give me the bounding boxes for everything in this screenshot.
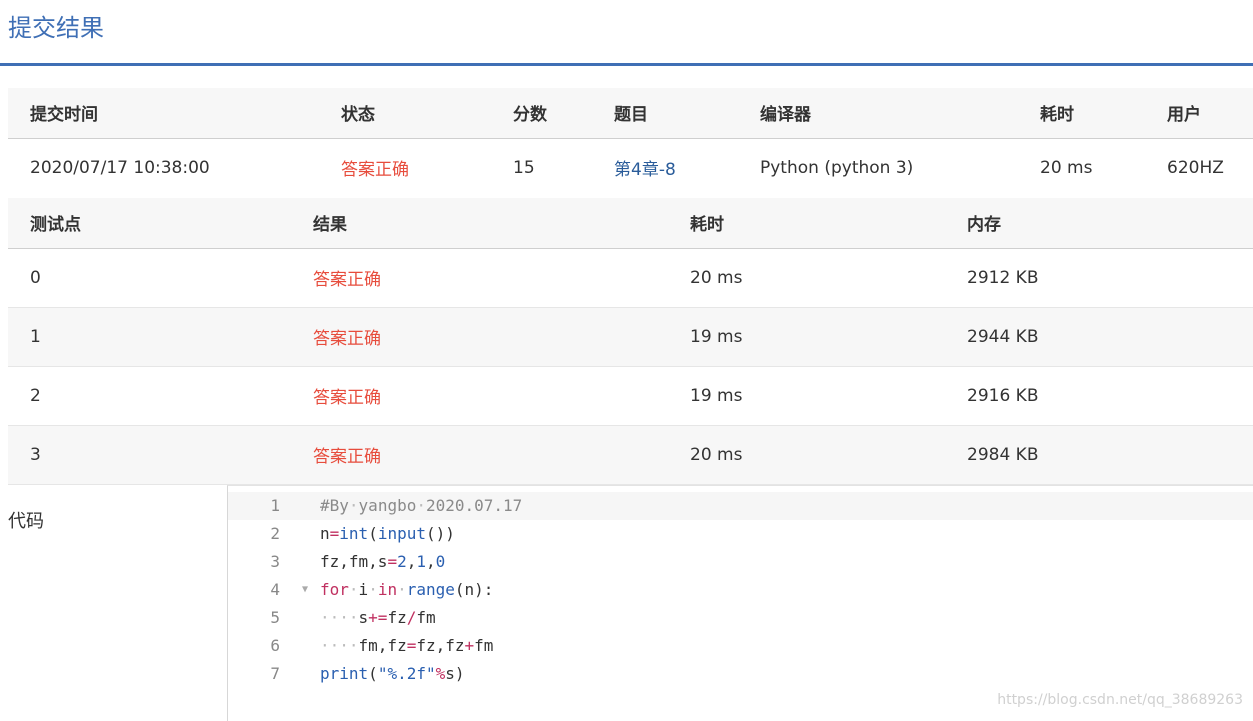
compiler-value: Python (python 3) [760,157,914,178]
summary-row: 2020/07/17 10:38:00 答案正确 15 第4章-8 Python… [8,138,1253,197]
header-compiler: 编译器 [760,105,811,126]
case-memory: 2916 KB [967,385,1039,406]
code-text: #By·yangbo·2020.07.17 [320,496,523,515]
code-text: fz,fm,s=2,1,0 [320,552,446,571]
test-cases-table: 测试点 结果 耗时 内存 0 答案正确 20 ms 2912 KB 1 答案正确… [8,198,1253,485]
line-number: 3 [270,552,280,571]
score-value: 15 [513,157,535,178]
table-row: 3 答案正确 20 ms 2984 KB [8,425,1253,484]
code-label: 代码 [8,511,44,532]
case-time: 20 ms [690,444,743,465]
case-result: 答案正确 [313,388,381,408]
header-memory: 内存 [967,215,1001,236]
code-line: 2 n=int(input()) [228,520,1253,548]
line-number: 1 [270,496,280,515]
line-number: 4 [270,580,280,599]
case-memory: 2984 KB [967,444,1039,465]
case-id: 2 [30,385,41,406]
code-editor[interactable]: 1 #By·yangbo·2020.07.17 2 n=int(input())… [227,485,1253,721]
page-title: 提交结果 [8,14,104,42]
code-text: ····s+=fz/fm [320,608,436,627]
header-test-point: 测试点 [30,215,81,236]
case-result: 答案正确 [313,270,381,290]
header-status: 状态 [341,105,375,126]
code-line: 5 ····s+=fz/fm [228,604,1253,632]
case-id: 3 [30,444,41,465]
code-text: ····fm,fz=fz,fz+fm [320,636,494,655]
header-case-time: 耗时 [690,215,724,236]
header-user: 用户 [1167,105,1201,126]
table-row: 1 答案正确 19 ms 2944 KB [8,307,1253,366]
table-row: 0 答案正确 20 ms 2912 KB [8,248,1253,307]
line-number: 6 [270,636,280,655]
line-number: 2 [270,524,280,543]
case-result: 答案正确 [313,329,381,349]
code-text: n=int(input()) [320,524,455,543]
header-problem: 题目 [614,105,648,126]
header-elapsed: 耗时 [1040,105,1074,126]
fold-arrow-icon[interactable]: ▼ [302,576,308,604]
case-result: 答案正确 [313,447,381,467]
case-memory: 2944 KB [967,326,1039,347]
code-line: 4 ▼ for·i·in·range(n): [228,576,1253,604]
submission-summary-table: 提交时间 状态 分数 题目 编译器 耗时 用户 2020/07/17 10:38… [8,88,1253,197]
code-line: 6 ····fm,fz=fz,fz+fm [228,632,1253,660]
summary-header-row: 提交时间 状态 分数 题目 编译器 耗时 用户 [8,88,1253,138]
code-line: 3 fz,fm,s=2,1,0 [228,548,1253,576]
user-value: 620HZ [1167,157,1224,178]
case-memory: 2912 KB [967,267,1039,288]
watermark: https://blog.csdn.net/qq_38689263 [997,692,1243,708]
code-text: print("%.2f"%s) [320,664,465,683]
cases-header-row: 测试点 结果 耗时 内存 [8,198,1253,248]
header-submit-time: 提交时间 [30,105,98,126]
submit-time: 2020/07/17 10:38:00 [30,157,210,178]
header-score: 分数 [513,105,547,126]
case-id: 0 [30,267,41,288]
table-row: 2 答案正确 19 ms 2916 KB [8,366,1253,425]
code-line: 7 print("%.2f"%s) [228,660,1253,688]
case-time: 20 ms [690,267,743,288]
problem-link[interactable]: 第4章-8 [592,138,738,197]
case-id: 1 [30,326,41,347]
elapsed-value: 20 ms [1040,157,1093,178]
header-result: 结果 [313,215,347,236]
line-number: 5 [270,608,280,627]
case-time: 19 ms [690,385,743,406]
title-divider [0,63,1253,66]
code-text: for·i·in·range(n): [320,580,494,599]
line-number: 7 [270,664,280,683]
case-time: 19 ms [690,326,743,347]
status-text: 答案正确 [341,160,409,181]
code-line: 1 #By·yangbo·2020.07.17 [228,492,1253,520]
